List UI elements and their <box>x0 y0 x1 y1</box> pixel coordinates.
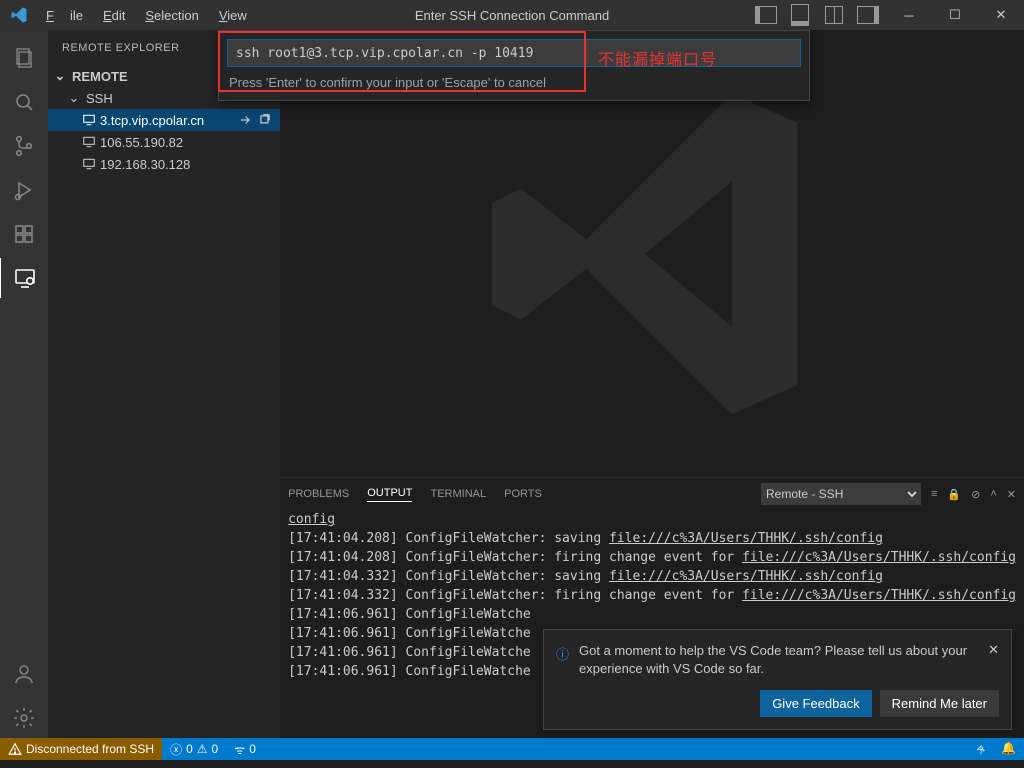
menu-selection[interactable]: Selection <box>137 4 206 27</box>
tree-section-label: REMOTE <box>72 69 128 84</box>
menu-file[interactable]: File <box>38 4 91 27</box>
tree-group-label: SSH <box>86 91 113 106</box>
feedback-toast: ⓘ Got a moment to help the VS Code team?… <box>543 629 1012 730</box>
settings-gear-icon[interactable] <box>0 698 48 738</box>
layout-bottom-icon[interactable] <box>784 0 816 30</box>
warning-count-icon: ⚠ <box>197 742 208 756</box>
status-problems[interactable]: ⓧ0 ⚠0 <box>162 738 226 760</box>
remote-explorer-icon[interactable] <box>0 258 49 298</box>
tab-problems[interactable]: PROBLEMS <box>288 488 349 500</box>
monitor-icon <box>82 135 96 149</box>
title-bar: File Edit Selection View Enter SSH Conne… <box>0 0 1024 30</box>
quick-input: ssh root1@3.tcp.vip.cpolar.cn -p 10419 P… <box>218 30 810 101</box>
ssh-host-label: 3.tcp.vip.cpolar.cn <box>100 113 204 128</box>
toast-message: Got a moment to help the VS Code team? P… <box>579 642 978 678</box>
antenna-icon: ᯤ <box>234 741 245 758</box>
sidebar: REMOTE EXPLORER ⌄REMOTE ⌄SSH 3.tcp.vip.c… <box>48 30 280 738</box>
bottom-panel: PROBLEMS OUTPUT TERMINAL PORTS Remote - … <box>280 477 1024 738</box>
quick-input-hint: Press 'Enter' to confirm your input or '… <box>219 75 809 100</box>
monitor-icon <box>82 113 96 127</box>
menu-bar: File Edit Selection View <box>38 4 255 27</box>
layout-split-icon[interactable] <box>818 0 850 30</box>
error-count-icon: ⓧ <box>170 741 182 758</box>
ssh-host-label: 106.55.190.82 <box>100 135 183 150</box>
tab-output[interactable]: OUTPUT <box>367 487 412 502</box>
vscode-watermark-icon <box>470 72 834 436</box>
menu-edit[interactable]: Edit <box>95 4 133 27</box>
annotation-text: 不能漏掉端口号 <box>598 46 717 70</box>
window-maximize[interactable]: ☐ <box>932 0 978 30</box>
give-feedback-button[interactable]: Give Feedback <box>760 690 871 717</box>
status-bell-icon[interactable]: 🔔 <box>993 741 1024 755</box>
remind-later-button[interactable]: Remind Me later <box>880 690 999 717</box>
status-feedback-icon[interactable]: 𖨫 <box>968 741 993 758</box>
tab-terminal[interactable]: TERMINAL <box>430 488 486 500</box>
monitor-icon <box>82 157 96 171</box>
ssh-host-row[interactable]: 192.168.30.128 <box>48 153 280 175</box>
ssh-host-row[interactable]: 3.tcp.vip.cpolar.cn <box>48 109 280 131</box>
output-channel-select[interactable]: Remote - SSH <box>761 483 921 505</box>
status-bar: Disconnected from SSH ⓧ0 ⚠0 ᯤ0 𖨫 🔔 <box>0 738 1024 760</box>
connect-arrow-icon[interactable] <box>238 113 252 127</box>
search-icon[interactable] <box>0 82 48 122</box>
status-ports[interactable]: ᯤ0 <box>226 738 264 760</box>
status-remote[interactable]: Disconnected from SSH <box>0 738 162 760</box>
window-minimize[interactable]: ─ <box>886 0 932 30</box>
clear-icon[interactable]: ⊘ <box>971 488 980 501</box>
extensions-icon[interactable] <box>0 214 48 254</box>
layout-right-icon[interactable] <box>852 0 884 30</box>
tab-ports[interactable]: PORTS <box>504 488 542 500</box>
activity-bar <box>0 30 48 738</box>
layout-left-icon[interactable] <box>750 0 782 30</box>
warning-icon <box>8 742 22 756</box>
editor-area: PROBLEMS OUTPUT TERMINAL PORTS Remote - … <box>280 30 1024 738</box>
vscode-logo-icon <box>10 6 28 24</box>
status-remote-label: Disconnected from SSH <box>26 742 154 756</box>
ssh-host-label: 192.168.30.128 <box>100 157 190 172</box>
window-close[interactable]: ✕ <box>978 0 1024 30</box>
explorer-icon[interactable] <box>0 38 48 78</box>
run-debug-icon[interactable] <box>0 170 48 210</box>
lock-icon[interactable]: 🔒 <box>947 488 961 501</box>
new-window-icon[interactable] <box>258 113 272 127</box>
toast-close-icon[interactable]: ✕ <box>988 642 999 658</box>
accounts-icon[interactable] <box>0 654 48 694</box>
window-title: Enter SSH Connection Command <box>415 8 609 23</box>
ssh-host-row[interactable]: 106.55.190.82 <box>48 131 280 153</box>
source-control-icon[interactable] <box>0 126 48 166</box>
menu-view[interactable]: View <box>211 4 255 27</box>
filter-icon[interactable]: ≡ <box>931 488 937 500</box>
panel-close-icon[interactable]: ✕ <box>1007 488 1016 501</box>
info-icon: ⓘ <box>556 644 569 663</box>
panel-expand-icon[interactable]: ˄ <box>990 488 996 500</box>
